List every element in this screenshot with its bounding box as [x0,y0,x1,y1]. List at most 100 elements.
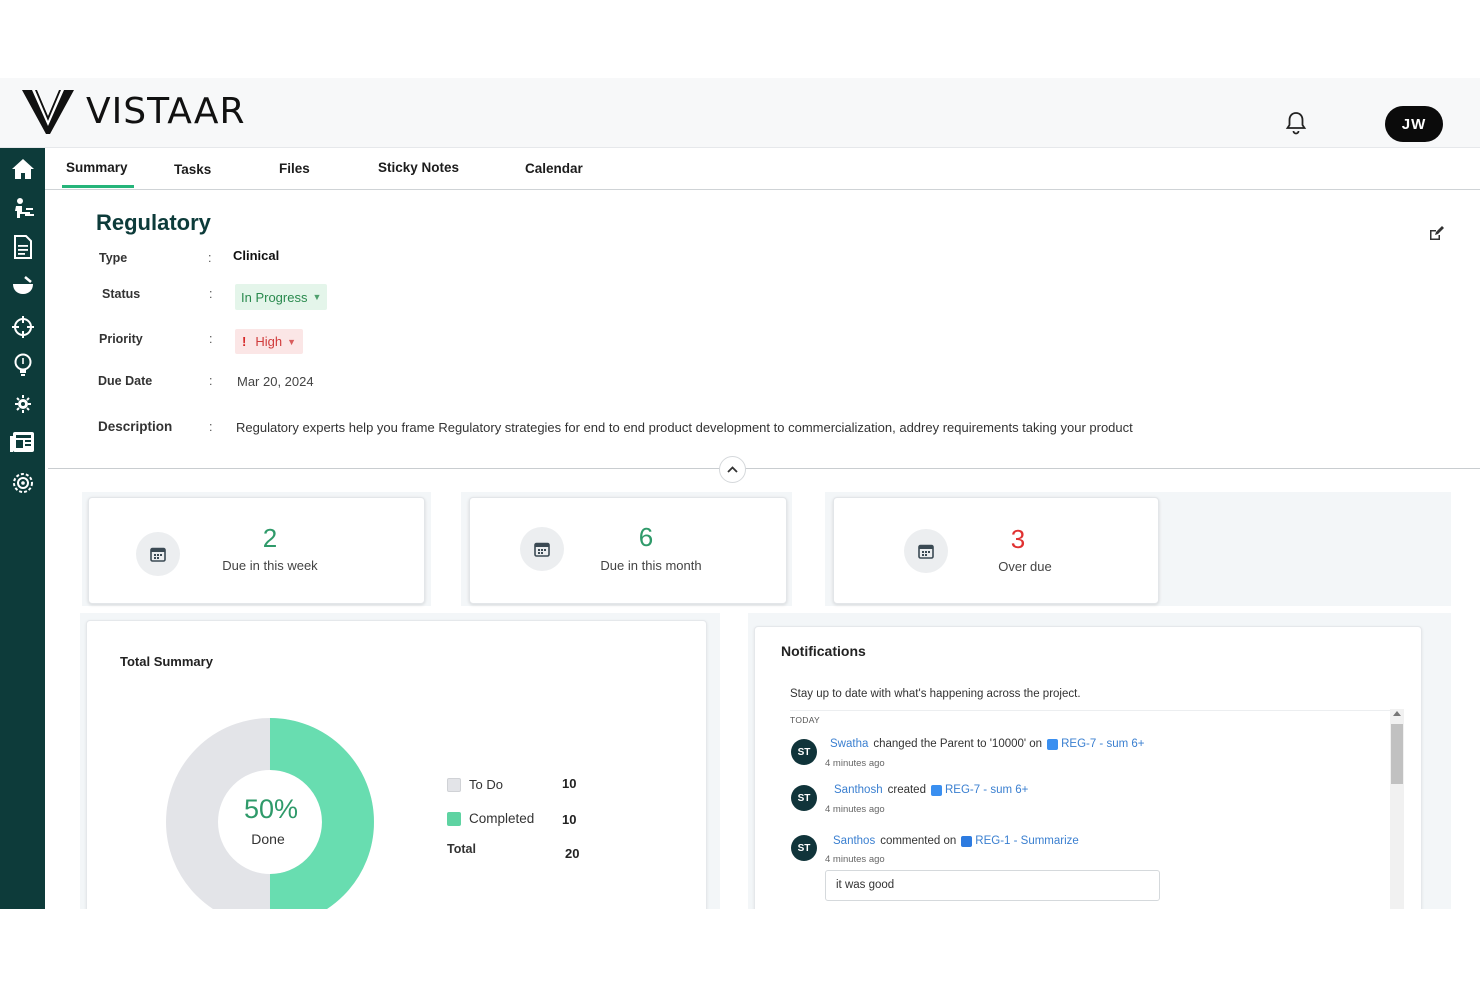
page-title: Regulatory [96,210,211,235]
description-value: Regulatory experts help you frame Regula… [236,420,1133,435]
notification-user[interactable]: Swatha [830,738,868,750]
notification-issue-label: REG-1 - Summarize [975,835,1079,847]
total-summary-title: Total Summary [120,654,213,669]
tab-sticky-notes[interactable]: Sticky Notes [378,160,459,175]
stat-overdue-label: Over due [998,559,1052,574]
legend-todo-value: 10 [562,776,577,791]
sidebar [0,148,45,909]
priority-colon: : [209,332,213,346]
tab-summary[interactable]: Summary [62,160,134,188]
calendar-icon [904,529,948,573]
todo-swatch [447,777,461,792]
chevron-up-icon [727,466,738,473]
status-label: Status [102,287,141,301]
legend-completed: Completed [447,811,534,826]
priority-label: Priority [99,332,143,346]
app-frame: VISTAAR JW Summary Tasks Files Sticky No… [0,78,1480,909]
bell-icon[interactable] [1284,110,1308,136]
legend-completed-value: 10 [562,812,577,827]
stat-overdue-value: 3 [1010,524,1026,554]
subtask-icon [930,784,942,796]
calendar-icon [520,527,564,571]
notifications-divider [790,710,1390,711]
chevron-down-icon: ▼ [312,292,322,302]
home-icon[interactable] [10,156,36,182]
notification-issue-link[interactable]: REG-1 - Summarize [961,835,1079,847]
avatar[interactable]: ST [791,785,817,811]
stat-week-value: 2 [262,523,278,553]
notification-issue-link[interactable]: REG-7 - sum 6+ [930,784,1029,796]
notification-action: created [887,784,926,796]
status-colon: : [209,287,213,301]
user-avatar[interactable]: JW [1385,106,1443,142]
stat-week-label: Due in this week [222,558,318,573]
priority-value: High [255,334,283,349]
scroll-up-arrow-icon[interactable] [1393,711,1401,716]
tab-tasks[interactable]: Tasks [174,162,211,177]
notifications-subtitle: Stay up to date with what's happening ac… [790,688,1081,700]
avatar[interactable]: ST [791,835,817,861]
notification-item: Santhosh created REG-7 - sum 6+ [834,784,1028,796]
notification-item: Santhos commented on REG-1 - Summarize [833,835,1079,847]
type-value: Clinical [233,248,280,263]
stat-card-month[interactable]: 6 Due in this month [469,497,787,604]
stat-month-value: 6 [638,522,654,552]
scrollbar-thumb[interactable] [1391,724,1403,784]
notification-action: commented on [880,835,957,847]
status-value: In Progress [241,289,308,305]
subtask-icon [1047,738,1059,750]
stat-month-label: Due in this month [600,558,702,573]
notification-action: changed the Parent to '10000' on [873,738,1043,750]
person-desk-icon[interactable] [10,195,36,221]
details-divider [48,468,1480,469]
tab-bar: Summary Tasks Files Sticky Notes Calenda… [45,148,1480,190]
edit-icon[interactable] [1428,226,1444,242]
description-colon: : [209,420,213,434]
chevron-down-icon: ▼ [287,336,297,347]
notification-item: Swatha changed the Parent to '10000' on … [830,738,1145,750]
crosshair-icon[interactable] [10,314,36,340]
document-icon[interactable] [10,234,36,260]
brand-logo[interactable]: VISTAAR [22,88,246,134]
priority-dropdown[interactable]: ! High ▼ [235,329,304,354]
tab-calendar[interactable]: Calendar [525,161,583,176]
gear-plant-icon[interactable] [10,391,36,417]
notification-time: 4 minutes ago [825,804,885,815]
legend-todo-label: To Do [469,777,503,792]
due-date-colon: : [209,374,213,388]
donut-done-label: Done [251,831,285,847]
due-date-label: Due Date [98,374,153,388]
bulb-icon[interactable] [10,352,36,378]
notification-issue-label: REG-7 - sum 6+ [1061,738,1145,750]
completed-swatch [447,811,461,826]
due-date-value: Mar 20, 2024 [237,374,314,389]
legend-total-value: 20 [565,846,580,861]
legend-total: Total [447,842,476,856]
vistaar-logo-icon [22,90,74,134]
top-bar: VISTAAR JW [0,78,1480,148]
type-colon: : [208,251,212,265]
stat-card-week[interactable]: 2 Due in this week [88,497,425,604]
collapse-button[interactable] [719,456,746,483]
notification-issue-link[interactable]: REG-7 - sum 6+ [1047,738,1145,750]
donut-percent: 50% [243,794,299,824]
comment-text: it was good [825,870,1160,901]
notification-user[interactable]: Santhosh [834,784,883,796]
status-dropdown[interactable]: In Progress ▼ [235,284,328,310]
newspaper-icon[interactable] [10,429,36,455]
legend-todo: To Do [447,777,503,792]
brand-name: VISTAAR [86,90,246,132]
settings-icon[interactable] [10,470,36,496]
exclamation-icon: ! [242,334,247,349]
legend-completed-label: Completed [469,811,535,826]
notification-user[interactable]: Santhos [833,835,875,847]
bowl-icon[interactable] [10,273,36,299]
tab-files[interactable]: Files [279,161,310,176]
notification-issue-label: REG-7 - sum 6+ [944,784,1029,796]
notifications-group-label: TODAY [790,715,820,725]
stat-card-overdue[interactable]: 3 Over due [833,497,1159,604]
calendar-icon [136,532,180,576]
avatar[interactable]: ST [791,739,817,765]
task-check-icon [961,835,973,847]
notification-time: 4 minutes ago [825,758,885,769]
